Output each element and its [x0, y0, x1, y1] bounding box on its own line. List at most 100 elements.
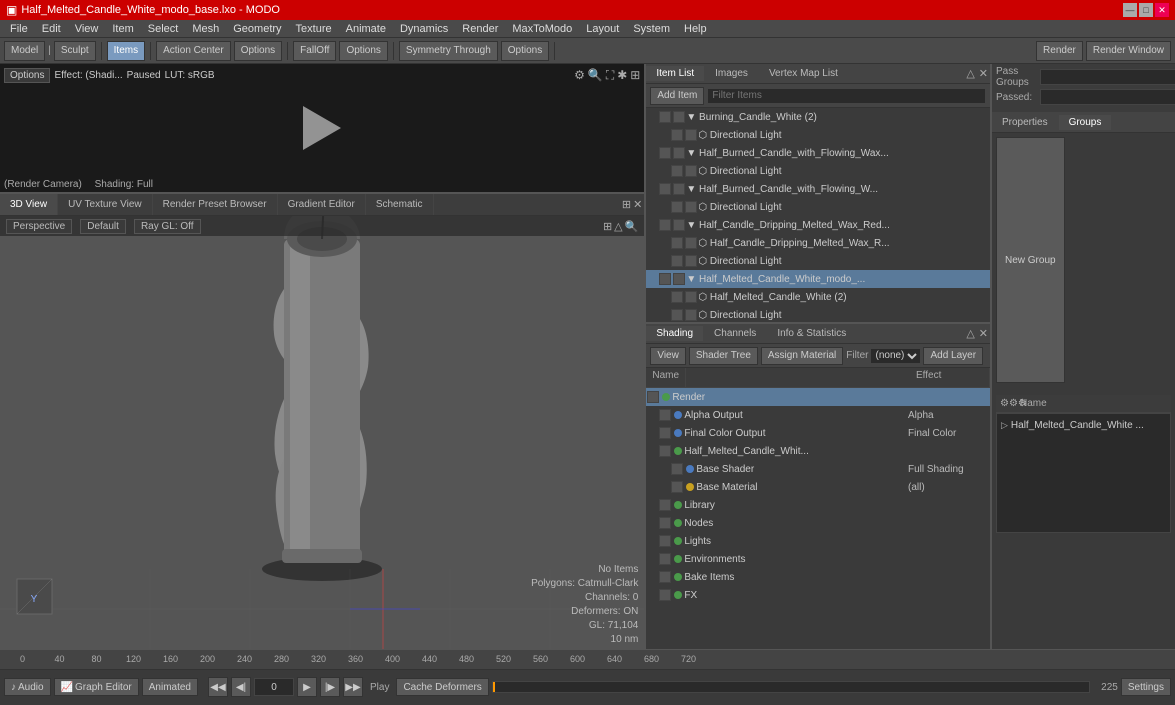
- shading-vis-btn[interactable]: [659, 427, 671, 439]
- shading-vis-btn[interactable]: [659, 589, 671, 601]
- list-item[interactable]: ⬡ Half_Melted_Candle_White (2): [646, 288, 990, 306]
- close-button[interactable]: ✕: [1155, 3, 1169, 17]
- panel-icon-1[interactable]: △: [964, 65, 976, 82]
- tab-images[interactable]: Images: [705, 66, 759, 81]
- menu-item-dynamics[interactable]: Dynamics: [394, 22, 454, 36]
- tab-info-statistics[interactable]: Info & Statistics: [767, 326, 857, 341]
- filter-items-input[interactable]: [707, 88, 986, 104]
- list-item[interactable]: ⬡ Directional Light: [646, 126, 990, 144]
- item-vis-1[interactable]: [659, 111, 671, 123]
- item-vis-2[interactable]: [685, 201, 697, 213]
- item-vis-1[interactable]: [671, 291, 683, 303]
- item-vis-2[interactable]: [685, 165, 697, 177]
- tab-shading[interactable]: Shading: [646, 326, 704, 341]
- mode-sculpt-button[interactable]: Sculpt: [54, 41, 96, 61]
- play-pause-button[interactable]: [297, 103, 347, 153]
- item-vis-2[interactable]: [685, 129, 697, 141]
- menu-item-mesh[interactable]: Mesh: [186, 22, 225, 36]
- timeline-track[interactable]: [492, 681, 1090, 693]
- settings-button[interactable]: Settings: [1121, 678, 1171, 696]
- preview-icon-4[interactable]: ✱: [617, 68, 627, 83]
- vp-icon-3[interactable]: 🔍: [625, 220, 639, 233]
- menu-item-texture[interactable]: Texture: [290, 22, 338, 36]
- list-item[interactable]: ⬡ Directional Light: [646, 306, 990, 322]
- falloff-button[interactable]: FallOff: [293, 41, 336, 61]
- list-item[interactable]: ▼ Half_Burned_Candle_with_Flowing_W...: [646, 180, 990, 198]
- item-vis-2[interactable]: [673, 273, 685, 285]
- shading-row[interactable]: Base Material(all): [646, 478, 990, 496]
- item-vis-2[interactable]: [673, 183, 685, 195]
- menu-item-animate[interactable]: Animate: [340, 22, 392, 36]
- item-vis-1[interactable]: [671, 129, 683, 141]
- vp-icon-1[interactable]: ⊞: [603, 220, 612, 233]
- animated-button[interactable]: Animated: [142, 678, 198, 696]
- shading-vis-btn[interactable]: [671, 463, 683, 475]
- tab-schematic[interactable]: Schematic: [366, 194, 434, 215]
- shading-row[interactable]: Half_Melted_Candle_Whit...: [646, 442, 990, 460]
- graph-editor-button[interactable]: 📈 Graph Editor: [54, 678, 139, 696]
- item-vis-1[interactable]: [671, 201, 683, 213]
- tab-groups[interactable]: Groups: [1059, 115, 1113, 130]
- shading-row[interactable]: Lights: [646, 532, 990, 550]
- tab-render-preset[interactable]: Render Preset Browser: [153, 194, 278, 215]
- tab-uv-texture[interactable]: UV Texture View: [58, 194, 153, 215]
- cache-deformers-button[interactable]: Cache Deformers: [396, 678, 488, 696]
- play-button-transport[interactable]: ▶: [297, 677, 317, 697]
- list-item[interactable]: ⬡ Half_Candle_Dripping_Melted_Wax_R...: [646, 234, 990, 252]
- shading-vis-btn[interactable]: [659, 517, 671, 529]
- action-center-button[interactable]: Action Center: [156, 41, 231, 61]
- vp-icon-2[interactable]: △: [614, 220, 622, 233]
- assign-material-button[interactable]: Assign Material: [761, 347, 843, 365]
- item-vis-2[interactable]: [673, 219, 685, 231]
- menu-item-layout[interactable]: Layout: [580, 22, 625, 36]
- next-frame-button[interactable]: ▶▶: [343, 677, 363, 697]
- shading-row[interactable]: Render: [646, 388, 990, 406]
- shading-row[interactable]: FX: [646, 586, 990, 604]
- minimize-button[interactable]: —: [1123, 3, 1137, 17]
- preview-options-button[interactable]: Options: [4, 68, 50, 83]
- shading-row[interactable]: Nodes: [646, 514, 990, 532]
- item-vis-1[interactable]: [659, 219, 671, 231]
- new-group-button[interactable]: New Group: [996, 137, 1065, 383]
- shading-vis-btn[interactable]: [671, 481, 683, 493]
- list-item[interactable]: ⬡ Directional Light: [646, 198, 990, 216]
- list-item[interactable]: ▼ Half_Melted_Candle_White_modo_...: [646, 270, 990, 288]
- item-vis-2[interactable]: [685, 237, 697, 249]
- shading-row[interactable]: Bake Items: [646, 568, 990, 586]
- shading-icon-1[interactable]: △: [964, 325, 976, 342]
- menu-item-select[interactable]: Select: [142, 22, 185, 36]
- audio-button[interactable]: ♪ Audio: [4, 678, 51, 696]
- preview-icon-3[interactable]: ⛶: [606, 68, 614, 83]
- item-vis-1[interactable]: [671, 165, 683, 177]
- options-3-button[interactable]: Options: [501, 41, 549, 61]
- list-item[interactable]: ▼ Half_Burned_Candle_with_Flowing_Wax...: [646, 144, 990, 162]
- shading-icon-2[interactable]: ✕: [977, 325, 990, 342]
- preview-icon-1[interactable]: ⚙: [574, 68, 585, 83]
- item-vis-1[interactable]: [671, 309, 683, 321]
- shading-vis-btn[interactable]: [647, 391, 659, 403]
- shading-vis-btn[interactable]: [659, 445, 671, 457]
- perspective-label[interactable]: Perspective: [6, 219, 72, 234]
- shader-tree-button[interactable]: Shader Tree: [689, 347, 758, 365]
- shading-vis-btn[interactable]: [659, 571, 671, 583]
- tab-icon-1[interactable]: ⊞: [622, 198, 631, 211]
- add-item-button[interactable]: Add Item: [650, 87, 704, 105]
- shading-row[interactable]: Environments: [646, 550, 990, 568]
- item-vis-2[interactable]: [685, 255, 697, 267]
- shading-row[interactable]: Library: [646, 496, 990, 514]
- next-key-button[interactable]: |▶: [320, 677, 340, 697]
- menu-item-file[interactable]: File: [4, 22, 34, 36]
- menu-item-render[interactable]: Render: [456, 22, 504, 36]
- preview-icon-2[interactable]: 🔍: [588, 68, 603, 83]
- tab-icon-2[interactable]: ✕: [633, 198, 642, 211]
- menu-item-system[interactable]: System: [627, 22, 676, 36]
- maximize-button[interactable]: □: [1139, 3, 1153, 17]
- shading-row[interactable]: Alpha OutputAlpha: [646, 406, 990, 424]
- tab-channels[interactable]: Channels: [704, 326, 767, 341]
- passed-input[interactable]: [1040, 89, 1175, 105]
- list-item[interactable]: ⬡ Directional Light: [646, 252, 990, 270]
- shading-row[interactable]: Base ShaderFull Shading: [646, 460, 990, 478]
- pass-groups-input[interactable]: [1040, 69, 1175, 85]
- list-item[interactable]: ⬡ Directional Light: [646, 162, 990, 180]
- preview-icon-5[interactable]: ⊞: [630, 68, 640, 83]
